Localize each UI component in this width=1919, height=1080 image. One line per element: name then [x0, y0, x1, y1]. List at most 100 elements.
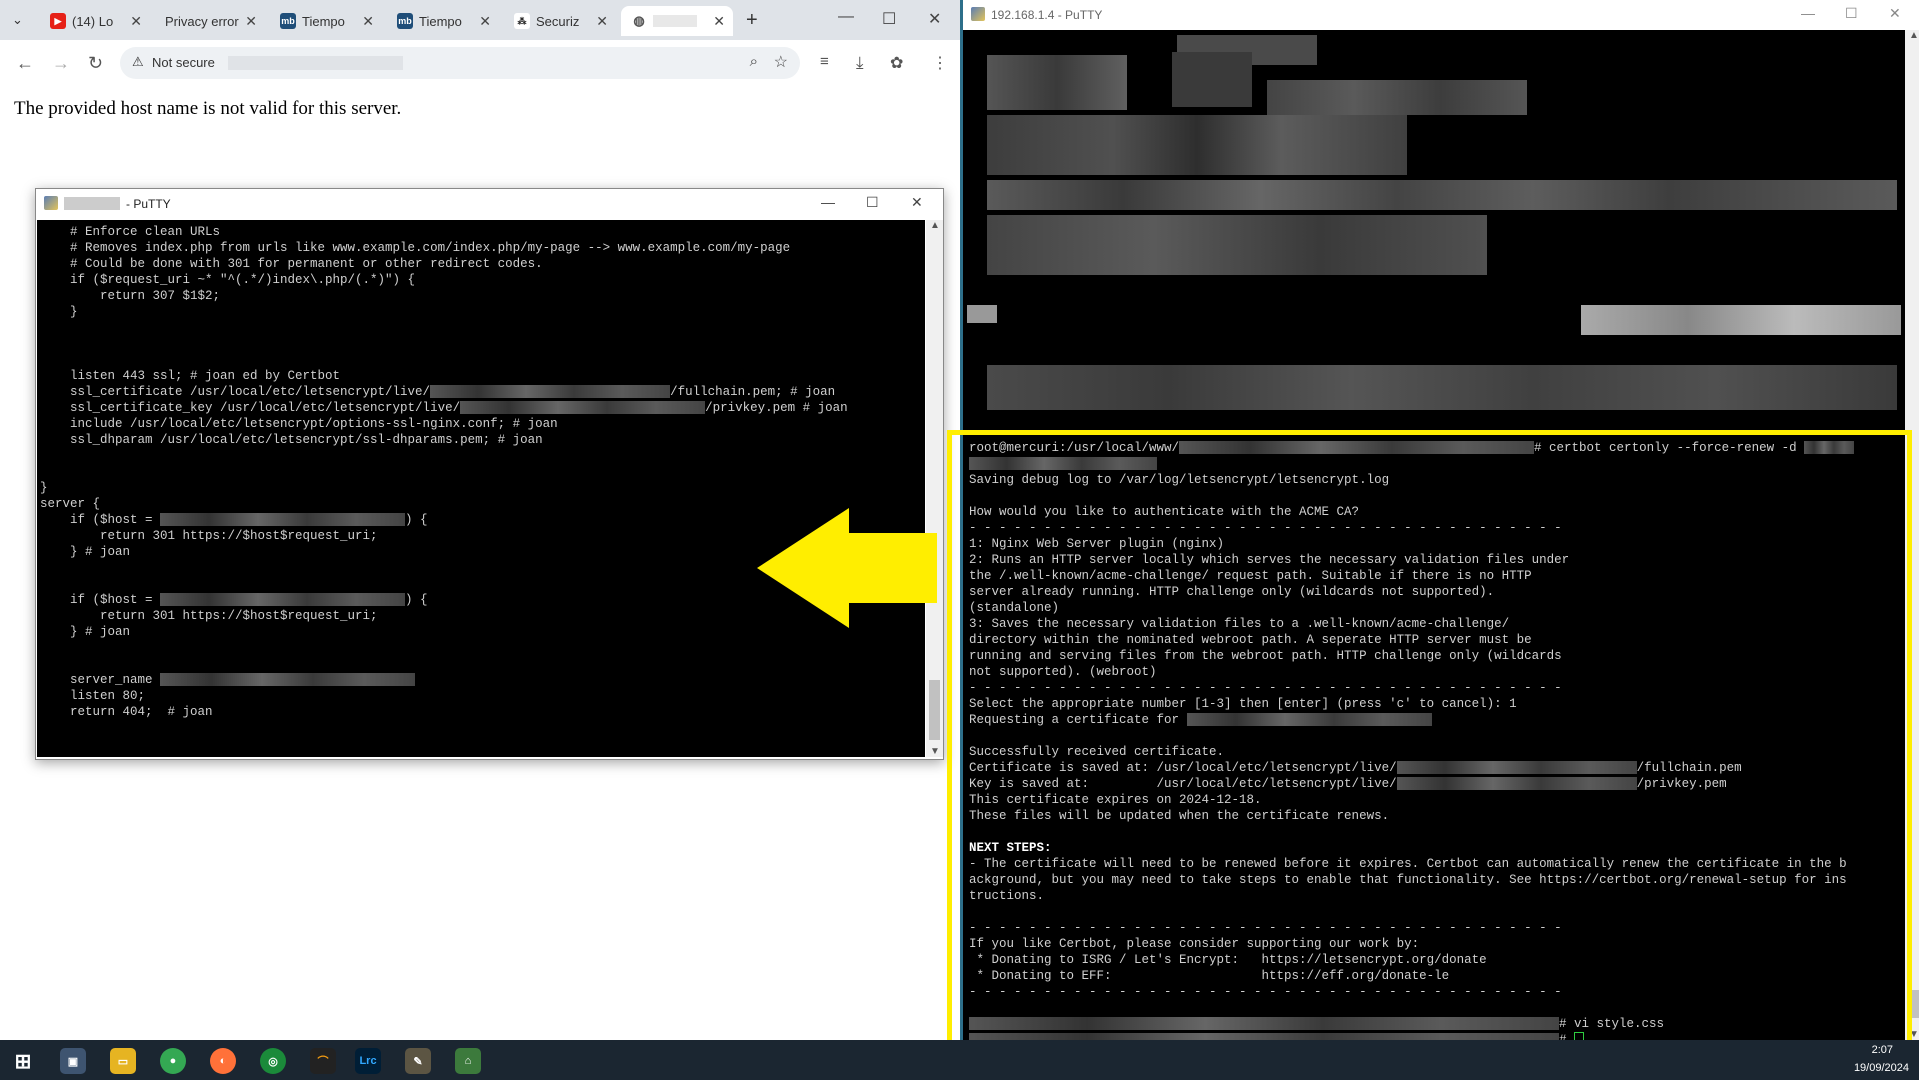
- close-window-icon[interactable]: ✕: [928, 9, 941, 29]
- terminal-line: listen 443 ssl; # joan ed by Certbot: [40, 369, 341, 383]
- terminal-line: }: [40, 481, 48, 495]
- redacted-block: [987, 55, 1127, 110]
- yellow-arrow: [757, 508, 937, 628]
- tab-search-icon[interactable]: ⌄: [12, 12, 23, 28]
- terminal-line: ssl_dhparam /usr/local/etc/letsencrypt/s…: [40, 433, 543, 447]
- address-bar: ← → ↻ ⚠ Not secure ⌕ ☆ ≡ ⤓ ✿ ⋮: [0, 40, 960, 87]
- tab-securiz[interactable]: ⁂ Securiz ✕: [504, 6, 616, 36]
- new-tab-icon[interactable]: +: [746, 9, 758, 32]
- curve-app-icon[interactable]: ⌒: [310, 1048, 336, 1074]
- close-tab-icon[interactable]: ✕: [245, 13, 257, 30]
- mb-icon: mb: [397, 13, 413, 29]
- redacted-block: [1267, 80, 1527, 115]
- yellow-highlight-box: [947, 430, 1912, 1050]
- clock-time[interactable]: 2:07: [1872, 1044, 1893, 1056]
- redacted-block: [1172, 52, 1252, 107]
- redacted-block: [160, 513, 406, 527]
- putty-title: 192.168.1.4 - PuTTY: [991, 8, 1103, 22]
- terminal-line: return 301 https://$host$request_uri;: [40, 609, 378, 623]
- scroll-down-icon[interactable]: ▼: [930, 746, 940, 757]
- arrow-shape: [757, 508, 937, 628]
- chrome-icon[interactable]: ●: [160, 1048, 186, 1074]
- putty-window-small: - PuTTY — ☐ ✕ # Enforce clean URLs # Rem…: [35, 188, 944, 760]
- terminal-line-suffix: ) {: [405, 593, 428, 607]
- omnibox[interactable]: ⚠ Not secure ⌕ ☆: [120, 47, 800, 79]
- scroll-up-icon[interactable]: ▲: [1909, 30, 1919, 41]
- redacted-block: [1581, 305, 1901, 335]
- gimp-icon[interactable]: ✎: [405, 1048, 431, 1074]
- redacted-block: [160, 593, 406, 607]
- close-window-icon[interactable]: ✕: [1889, 5, 1901, 22]
- terminal-line: ssl_certificate /usr/local/etc/letsencry…: [40, 384, 848, 400]
- maximize-icon[interactable]: ☐: [866, 194, 879, 211]
- terminal-line-suffix: /fullchain.pem; # joan: [670, 385, 836, 399]
- lightroom-classic-icon[interactable]: Lrc: [355, 1048, 381, 1074]
- maximize-icon[interactable]: ☐: [1845, 5, 1858, 22]
- tab-title-redacted: [653, 15, 697, 27]
- bookmark-star-icon[interactable]: ☆: [774, 52, 788, 72]
- terminal-small[interactable]: # Enforce clean URLs # Removes index.php…: [37, 220, 925, 757]
- terminal-line-text: server_name: [40, 673, 161, 687]
- firefox-icon[interactable]: ◐: [210, 1048, 236, 1074]
- terminal-line-text: ssl_certificate /usr/local/etc/letsencry…: [40, 385, 431, 399]
- terminal-line-text: if ($host =: [40, 593, 161, 607]
- terminal-line: # Removes index.php from urls like www.e…: [40, 241, 791, 255]
- close-tab-icon[interactable]: ✕: [130, 13, 142, 30]
- scrollbar[interactable]: ▲ ▼: [926, 220, 943, 757]
- redacted-block: [987, 115, 1407, 175]
- clock-date[interactable]: 19/09/2024: [1854, 1062, 1909, 1074]
- minimize-icon[interactable]: —: [1801, 5, 1815, 21]
- minimize-icon[interactable]: —: [838, 8, 854, 26]
- terminal-line: if ($host = ) {: [40, 592, 848, 608]
- terminal-line-text: ssl_certificate_key /usr/local/etc/letse…: [40, 401, 461, 415]
- tab-tiempo-1[interactable]: mb Tiempo ✕: [270, 6, 382, 36]
- download-icon[interactable]: ⤓: [856, 53, 864, 73]
- terminal-line: return 301 https://$host$request_uri;: [40, 529, 378, 543]
- close-window-icon[interactable]: ✕: [911, 194, 923, 211]
- terminal-line-suffix: /privkey.pem # joan: [705, 401, 848, 415]
- close-tab-icon[interactable]: ✕: [479, 13, 491, 30]
- scroll-thumb[interactable]: [929, 680, 940, 740]
- security-label[interactable]: Not secure: [152, 55, 215, 70]
- terminal-line: ssl_certificate_key /usr/local/etc/letse…: [40, 400, 848, 416]
- scroll-up-icon[interactable]: ▲: [930, 220, 940, 231]
- terminal-line: return 307 $1$2;: [40, 289, 221, 303]
- redacted-block: [987, 180, 1897, 210]
- tab-privacy-error[interactable]: Privacy error ✕: [155, 6, 265, 36]
- putty-taskbar-icon[interactable]: ▣: [60, 1048, 86, 1074]
- terminal-line: if ($host = ) {: [40, 512, 848, 528]
- maximize-icon[interactable]: ☐: [882, 9, 896, 29]
- putty-title-bar: 192.168.1.4 - PuTTY — ☐ ✕: [963, 0, 1919, 30]
- close-tab-icon[interactable]: ✕: [596, 13, 608, 30]
- redacted-block: [987, 365, 1897, 410]
- forward-icon[interactable]: →: [52, 53, 70, 74]
- putty-title: - PuTTY: [126, 197, 171, 211]
- tab-youtube[interactable]: ▶ (14) Lo ✕: [40, 6, 150, 36]
- file-explorer-icon[interactable]: ▭: [110, 1048, 136, 1074]
- close-tab-icon[interactable]: ✕: [713, 13, 725, 30]
- terminal-line: # Could be done with 301 for permanent o…: [40, 257, 543, 271]
- taskbar: ⊞ ▣ ▭ ● ◐ ◎ ⌒ Lrc ✎ ⌂ 2:07 19/09/2024: [0, 1040, 1919, 1080]
- tab-tiempo-2[interactable]: mb Tiempo ✕: [387, 6, 499, 36]
- terminal-line-text: if ($host =: [40, 513, 161, 527]
- zoom-icon[interactable]: ⌕: [750, 53, 758, 70]
- back-icon[interactable]: ←: [16, 53, 34, 74]
- minimize-icon[interactable]: —: [821, 194, 835, 210]
- menu-icon[interactable]: ⋮: [932, 53, 948, 73]
- reload-icon[interactable]: ↻: [88, 53, 103, 74]
- tab-active[interactable]: ◍ ✕: [621, 6, 733, 36]
- network-app-icon[interactable]: ⌂: [455, 1048, 481, 1074]
- terminal-line: } # joan: [40, 545, 131, 559]
- extensions-icon[interactable]: ✿: [890, 53, 903, 73]
- green-app-icon[interactable]: ◎: [260, 1048, 286, 1074]
- media-icon[interactable]: ≡: [820, 53, 829, 70]
- redacted-area: [967, 30, 1904, 420]
- windows-start-icon[interactable]: ⊞: [10, 1048, 36, 1074]
- close-tab-icon[interactable]: ✕: [362, 13, 374, 30]
